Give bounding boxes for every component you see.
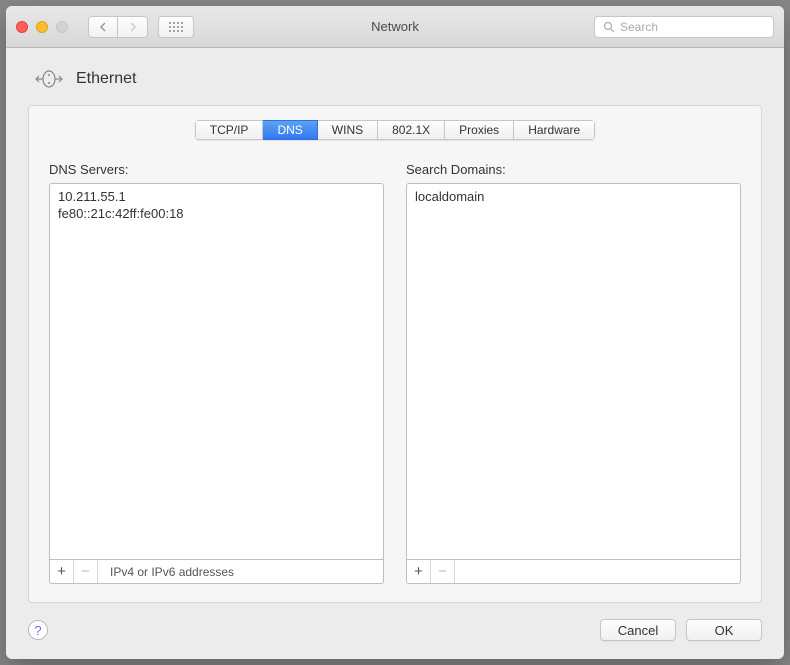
remove-domain-button: − bbox=[431, 560, 455, 583]
window-body: Ethernet TCP/IPDNSWINS802.1XProxiesHardw… bbox=[6, 48, 784, 659]
remove-dns-button: − bbox=[74, 560, 98, 583]
search-icon bbox=[603, 21, 615, 33]
tab-hardware[interactable]: Hardware bbox=[514, 120, 595, 140]
chevron-right-icon bbox=[129, 22, 137, 32]
chevron-left-icon bbox=[99, 22, 107, 32]
bottom-row: ? Cancel OK bbox=[28, 619, 762, 641]
search-input[interactable]: Search bbox=[594, 16, 774, 38]
grid-icon bbox=[169, 22, 183, 32]
tab-dns[interactable]: DNS bbox=[263, 120, 317, 140]
minimize-window-button[interactable] bbox=[36, 21, 48, 33]
cancel-button[interactable]: Cancel bbox=[600, 619, 676, 641]
search-domains-list[interactable]: localdomain bbox=[406, 183, 741, 560]
network-preferences-window: Network Search Ethernet bbox=[6, 6, 784, 659]
back-button[interactable] bbox=[88, 16, 118, 38]
search-domains-label: Search Domains: bbox=[406, 162, 741, 177]
interface-header: Ethernet bbox=[28, 68, 762, 90]
list-item[interactable]: fe80::21c:42ff:fe00:18 bbox=[50, 205, 383, 222]
add-dns-button[interactable]: + bbox=[50, 560, 74, 583]
tabs-row: TCP/IPDNSWINS802.1XProxiesHardware bbox=[49, 120, 741, 140]
content-panel: TCP/IPDNSWINS802.1XProxiesHardware DNS S… bbox=[28, 105, 762, 603]
list-item[interactable]: 10.211.55.1 bbox=[50, 188, 383, 205]
tab-wins[interactable]: WINS bbox=[318, 120, 378, 140]
show-all-button[interactable] bbox=[158, 16, 194, 38]
forward-button[interactable] bbox=[118, 16, 148, 38]
search-domains-column: Search Domains: localdomain + − bbox=[406, 162, 741, 584]
dns-hint: IPv4 or IPv6 addresses bbox=[110, 565, 234, 579]
tab-tcpip[interactable]: TCP/IP bbox=[195, 120, 264, 140]
interface-label: Ethernet bbox=[76, 70, 136, 88]
titlebar: Network Search bbox=[6, 6, 784, 48]
action-buttons: Cancel OK bbox=[590, 619, 762, 641]
dns-servers-footer: + − IPv4 or IPv6 addresses bbox=[49, 560, 384, 584]
maximize-window-button bbox=[56, 21, 68, 33]
tab-proxies[interactable]: Proxies bbox=[445, 120, 514, 140]
nav-buttons bbox=[88, 16, 148, 38]
window-title: Network bbox=[371, 19, 419, 34]
help-button[interactable]: ? bbox=[28, 620, 48, 640]
traffic-lights bbox=[16, 21, 68, 33]
columns: DNS Servers: 10.211.55.1fe80::21c:42ff:f… bbox=[49, 162, 741, 584]
ok-button[interactable]: OK bbox=[686, 619, 762, 641]
list-item[interactable]: localdomain bbox=[407, 188, 740, 205]
dns-servers-label: DNS Servers: bbox=[49, 162, 384, 177]
dns-servers-list[interactable]: 10.211.55.1fe80::21c:42ff:fe00:18 bbox=[49, 183, 384, 560]
ethernet-icon bbox=[34, 68, 64, 90]
dns-servers-column: DNS Servers: 10.211.55.1fe80::21c:42ff:f… bbox=[49, 162, 384, 584]
search-placeholder: Search bbox=[620, 20, 658, 34]
close-window-button[interactable] bbox=[16, 21, 28, 33]
tab-8021x[interactable]: 802.1X bbox=[378, 120, 445, 140]
search-domains-footer: + − bbox=[406, 560, 741, 584]
add-domain-button[interactable]: + bbox=[407, 560, 431, 583]
